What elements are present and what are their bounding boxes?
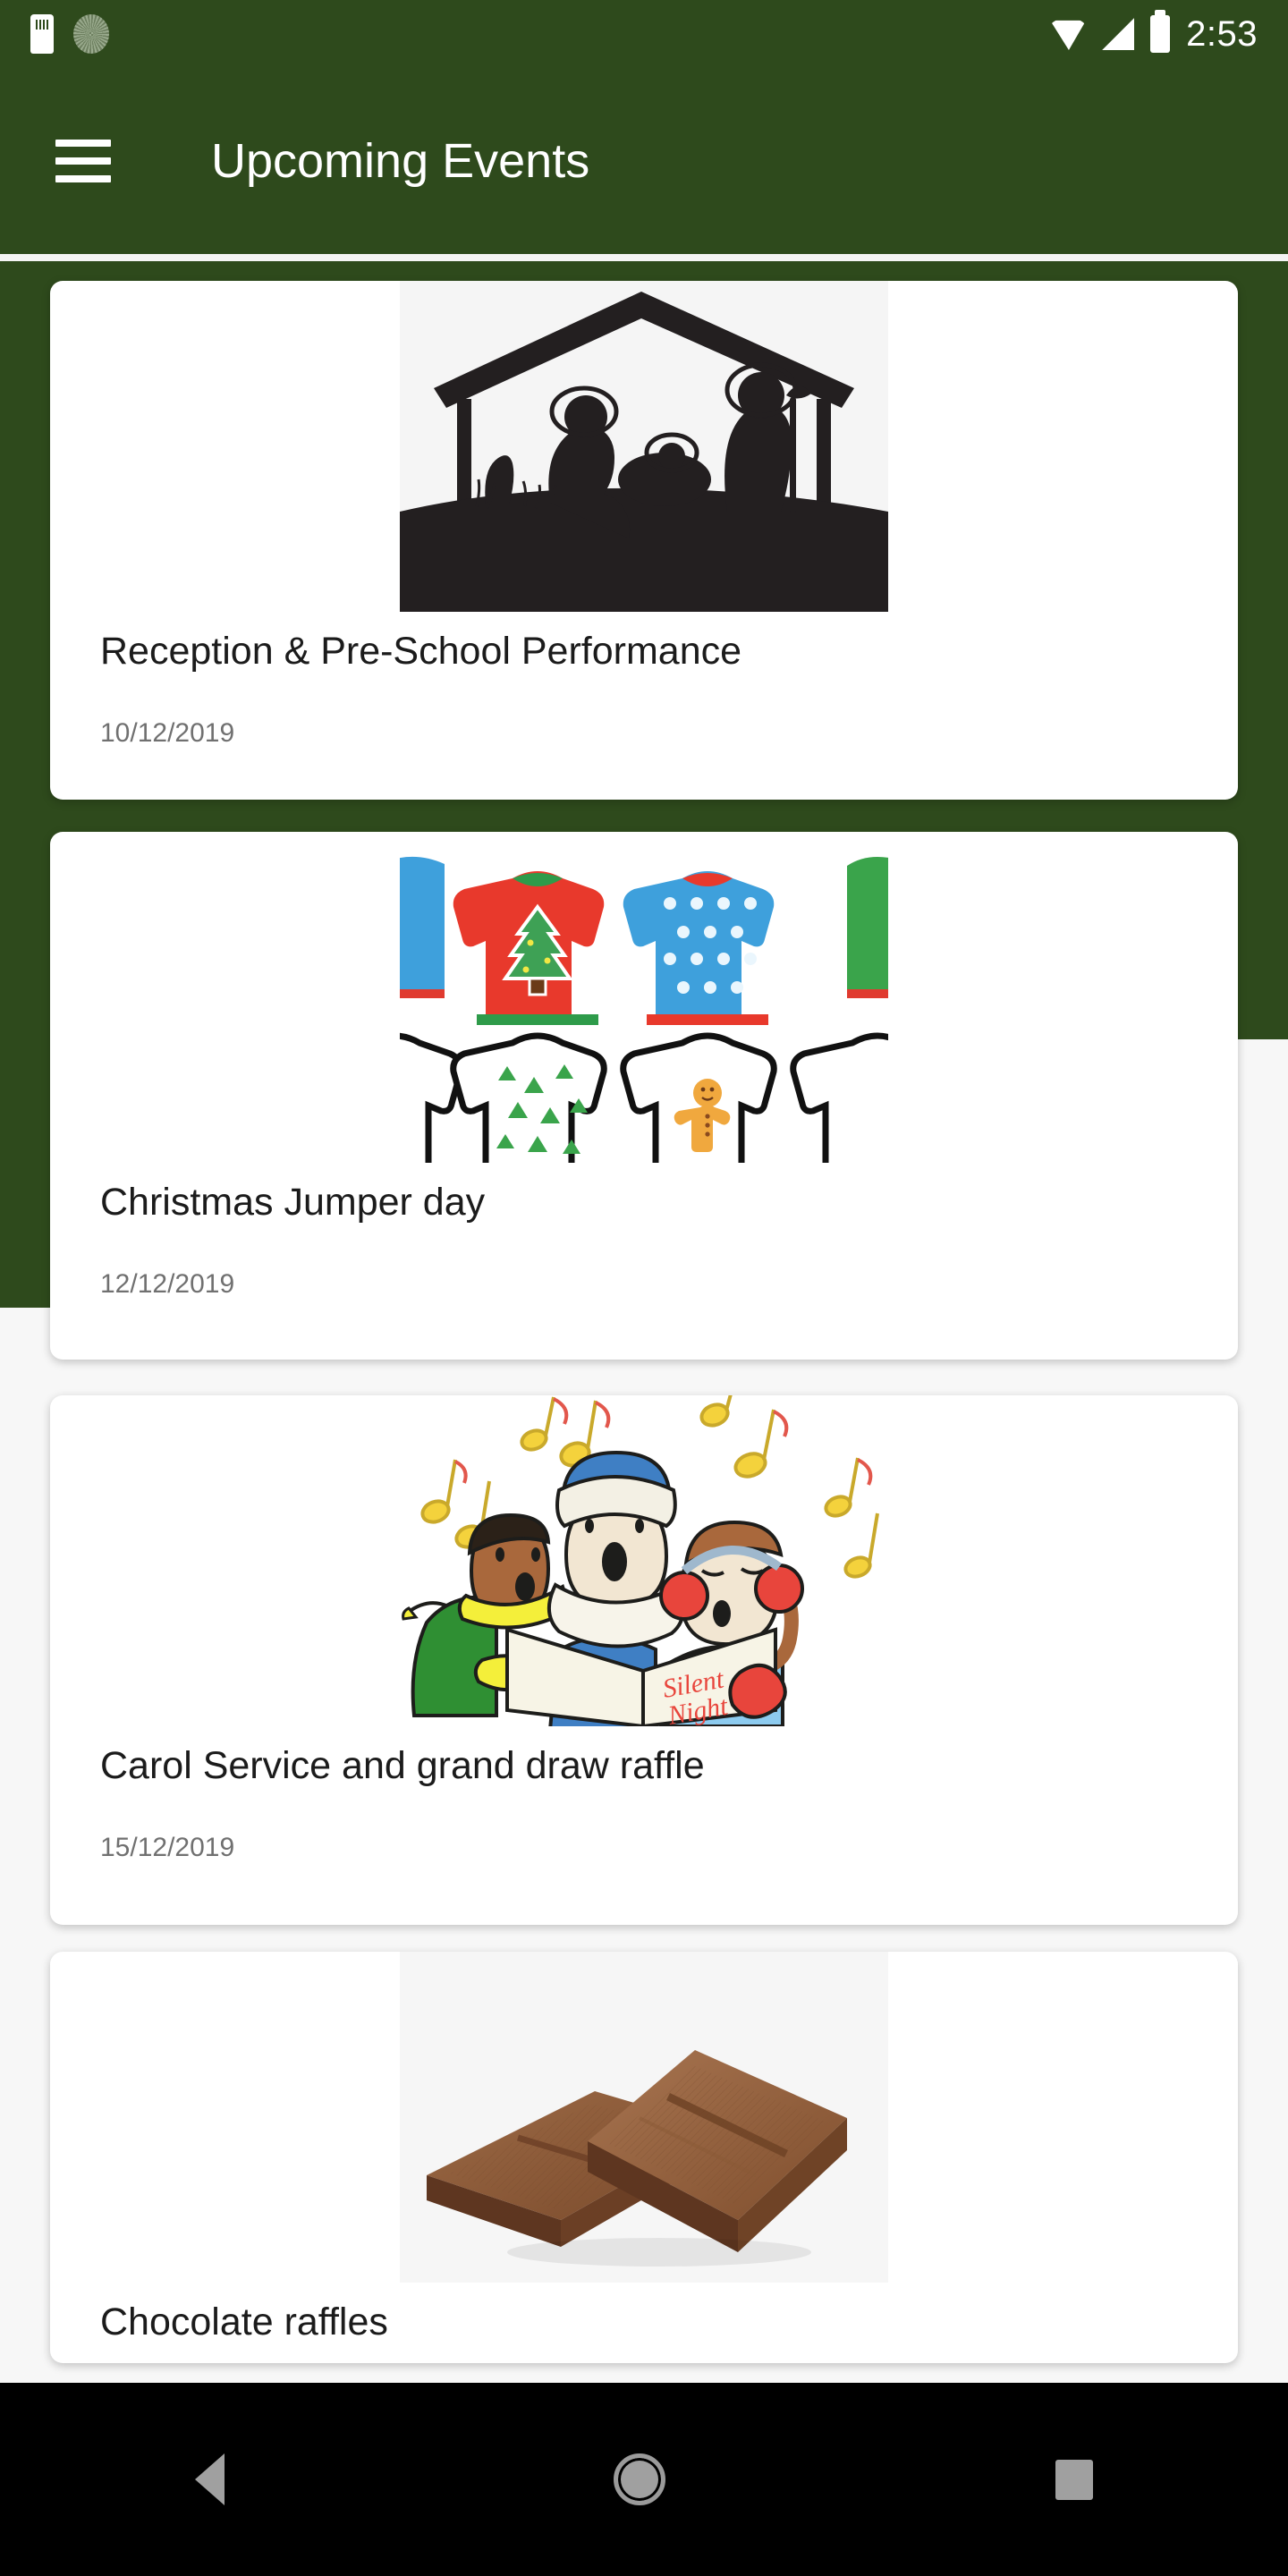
event-card[interactable]: Reception & Pre-School Performance 10/12… [50,281,1238,800]
events-list[interactable]: Reception & Pre-School Performance 10/12… [0,261,1288,2383]
event-date: 10/12/2019 [100,718,235,749]
event-card[interactable]: Silent Night Carol Service and grand dra… [50,1395,1238,1925]
sync-icon [73,14,109,54]
christmas-jumpers-image [400,832,888,1163]
back-button-icon[interactable] [194,2453,225,2505]
chocolate-bars-image [400,1952,888,2283]
home-button-icon[interactable] [614,2453,666,2505]
event-title: Carol Service and grand draw raffle [100,1744,705,1787]
wifi-icon [1050,20,1087,50]
event-card[interactable]: Christmas Jumper day 12/12/2019 [50,832,1238,1360]
event-card-body: Christmas Jumper day 12/12/2019 [50,1163,1238,1330]
battery-icon [1150,10,1171,53]
status-bar-clock: 2:53 [1186,13,1258,54]
status-bar-right-icons: 2:53 [1050,10,1258,55]
signal-icon [1102,18,1135,50]
event-card-body: Reception & Pre-School Performance 10/12… [50,612,1238,779]
event-card-body: Chocolate raffles [50,2283,1238,2344]
android-navigation-bar [0,2383,1288,2576]
event-card-body: Carol Service and grand draw raffle 15/1… [50,1726,1238,1894]
event-date: 12/12/2019 [100,1269,235,1300]
event-date: 15/12/2019 [100,1833,235,1863]
event-title: Christmas Jumper day [100,1181,486,1224]
event-title: Chocolate raffles [100,2301,388,2343]
nativity-silhouette-image [400,281,888,612]
carol-singers-image: Silent Night [400,1395,888,1726]
hamburger-line [55,175,111,182]
event-title: Reception & Pre-School Performance [100,630,742,673]
status-bar: 2:53 [0,0,1288,68]
sd-card-icon [30,14,54,54]
hamburger-line [55,140,111,147]
page-title: Upcoming Events [211,134,590,188]
hamburger-menu-icon[interactable] [55,140,111,182]
green-background-notch [0,1039,54,1308]
status-bar-left-icons [30,14,109,54]
recents-button-icon[interactable] [1055,2459,1094,2500]
app-bar: Upcoming Events [0,68,1288,258]
hamburger-line [55,157,111,165]
event-card[interactable]: Chocolate raffles [50,1952,1238,2363]
